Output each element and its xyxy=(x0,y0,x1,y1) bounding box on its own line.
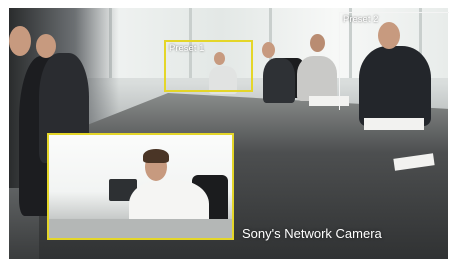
participant xyxy=(297,56,337,101)
participant-head xyxy=(310,34,325,52)
product-caption: Sony's Network Camera xyxy=(242,226,382,241)
desk xyxy=(49,219,232,238)
participant-head xyxy=(36,34,56,58)
participant-head xyxy=(9,26,31,56)
preset-1-frame[interactable]: Preset 1 xyxy=(164,40,253,92)
preset-2-frame[interactable]: Preset 2 xyxy=(339,12,449,110)
table-papers xyxy=(364,118,424,130)
participant xyxy=(263,58,295,103)
zoomed-preset-view[interactable] xyxy=(47,133,234,240)
participant-head xyxy=(262,42,275,58)
preset-2-label: Preset 2 xyxy=(343,14,379,25)
camera-view: Preset 1 Preset 2 Sony's Network Camera xyxy=(0,0,455,259)
participant-hair xyxy=(143,149,169,163)
preset-1-label: Preset 1 xyxy=(169,43,205,54)
